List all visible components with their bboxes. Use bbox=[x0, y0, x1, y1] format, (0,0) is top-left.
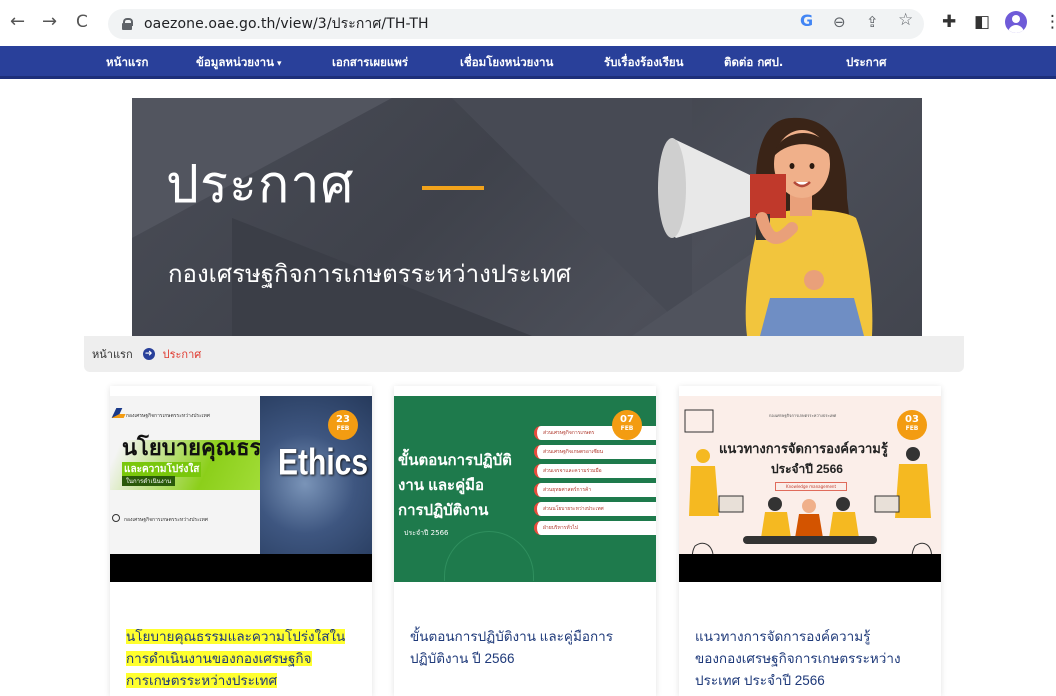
caption-line[interactable]: ขั้นตอนการปฏิบัติงาน และคู่มือการ bbox=[410, 629, 613, 644]
thumb-org-text: กองเศรษฐกิจการเกษตรระหว่างประเทศ bbox=[126, 413, 210, 419]
nav-links[interactable]: เชื่อมโยงหน่วยงาน bbox=[460, 54, 553, 72]
thumb-step: ฝ่ายบริหารทั่วไป bbox=[534, 521, 656, 535]
thumb-tag: ในการดำเนินงาน bbox=[122, 476, 176, 486]
url-text[interactable]: oaezone.oae.go.th/view/3/ประกาศ/TH-TH bbox=[144, 13, 429, 35]
thumb-ethics-word: Ethics bbox=[278, 441, 369, 483]
hero-banner: ประกาศ กองเศรษฐกิจการเกษตรระหว่างประเทศ bbox=[132, 98, 922, 336]
nav-agency-info-label[interactable]: ข้อมูลหน่วยงาน bbox=[196, 55, 274, 69]
announcement-card[interactable]: กองเศรษฐกิจการเกษตรระหว่างประเทศ นโยบายค… bbox=[110, 386, 372, 696]
nav-contact[interactable]: ติดต่อ กศป. bbox=[724, 54, 783, 72]
side-panel-icon[interactable]: ◧ bbox=[974, 13, 990, 31]
thumb-black-bar bbox=[110, 554, 372, 582]
thumb-step: ส่วนนโยบายระหว่างประเทศ bbox=[534, 502, 656, 516]
thumb-step: ส่วนยุทธศาสตร์การค้า bbox=[534, 483, 656, 497]
announcement-card[interactable]: ขั้นตอนการปฏิบัติ งาน และคู่มือ การปฏิบั… bbox=[394, 386, 656, 696]
date-badge: 23 FEB bbox=[328, 410, 358, 440]
thumb-title-line: การปฏิบัติงาน bbox=[398, 502, 489, 519]
woman-megaphone-illustration bbox=[658, 117, 873, 336]
org-seal-icon bbox=[112, 514, 120, 522]
date-month: FEB bbox=[905, 425, 919, 432]
profile-avatar[interactable] bbox=[1005, 11, 1027, 33]
card-thumbnail[interactable]: กองเศรษฐกิจการเกษตรระหว่างประเทศ แนวทางก… bbox=[679, 396, 941, 582]
thumb-title: ขั้นตอนการปฏิบัติ งาน และคู่มือ การปฏิบั… bbox=[398, 448, 528, 523]
nav-complaints[interactable]: รับเรื่องร้องเรียน bbox=[604, 54, 684, 72]
caption-line[interactable]: การดำเนินงานของกองเศรษฐกิจ bbox=[126, 651, 312, 666]
date-month: FEB bbox=[620, 425, 634, 432]
card-thumbnail[interactable]: กองเศรษฐกิจการเกษตรระหว่างประเทศ นโยบายค… bbox=[110, 396, 372, 582]
chevron-down-icon[interactable]: ▾ bbox=[277, 59, 282, 69]
caption-line[interactable]: ของกองเศรษฐกิจการเกษตรระหว่าง bbox=[695, 651, 901, 666]
thumb-black-bar bbox=[679, 554, 941, 582]
reload-icon[interactable]: C bbox=[76, 12, 88, 32]
caption-line[interactable]: ปฏิบัติงาน ปี 2566 bbox=[410, 651, 514, 666]
caption-line[interactable]: การเกษตรระหว่างประเทศ bbox=[126, 673, 278, 688]
arrow-circle-right-icon: ➜ bbox=[142, 348, 155, 360]
breadcrumb: หน้าแรก ➜ ประกาศ bbox=[84, 336, 964, 372]
date-day: 03 bbox=[905, 414, 919, 425]
thumb-book-shape bbox=[444, 531, 534, 581]
hero-subtitle: กองเศรษฐกิจการเกษตรระหว่างประเทศ bbox=[168, 261, 572, 288]
share-icon[interactable]: ⇪ bbox=[866, 14, 879, 30]
browser-toolbar: ← → C oaezone.oae.go.th/view/3/ประกาศ/TH… bbox=[0, 0, 1056, 46]
nav-publications[interactable]: เอกสารเผยแพร่ bbox=[332, 54, 408, 72]
nav-announcements[interactable]: ประกาศ bbox=[846, 54, 886, 72]
date-day: 07 bbox=[620, 414, 634, 425]
extensions-icon[interactable]: ✚ bbox=[942, 13, 956, 31]
nav-agency-info[interactable]: ข้อมูลหน่วยงาน ▾ bbox=[196, 54, 282, 72]
thumb-title-line: ขั้นตอนการปฏิบัติ bbox=[398, 452, 512, 469]
announcement-card[interactable]: กองเศรษฐกิจการเกษตรระหว่างประเทศ แนวทางก… bbox=[679, 386, 941, 696]
thumb-title-line: งาน และคู่มือ bbox=[398, 477, 485, 494]
breadcrumb-home[interactable]: หน้าแรก bbox=[92, 345, 133, 363]
thumb-step: ส่วนเจรจาและความร่วมมือ bbox=[534, 464, 656, 478]
nav-home[interactable]: หน้าแรก bbox=[106, 54, 148, 72]
site-nav: หน้าแรก ข้อมูลหน่วยงาน ▾ เอกสารเผยแพร่ เช… bbox=[0, 46, 1056, 79]
lock-icon[interactable] bbox=[122, 18, 133, 30]
card-title-link[interactable]: ขั้นตอนการปฏิบัติงาน และคู่มือการ ปฏิบัต… bbox=[410, 626, 642, 670]
date-badge: 03 FEB bbox=[897, 410, 927, 440]
caption-line[interactable]: แนวทางการจัดการองค์ความรู้ bbox=[695, 629, 870, 644]
card-thumbnail[interactable]: ขั้นตอนการปฏิบัติ งาน และคู่มือ การปฏิบั… bbox=[394, 396, 656, 582]
card-title-link[interactable]: นโยบายคุณธรรมและความโปร่งใสใน การดำเนินง… bbox=[126, 626, 358, 692]
browser-menu-icon[interactable]: ⋮ bbox=[1044, 13, 1056, 31]
zoom-icon[interactable]: ⊖ bbox=[833, 14, 846, 30]
date-badge: 07 FEB bbox=[612, 410, 642, 440]
back-arrow-icon[interactable]: ← bbox=[10, 12, 25, 32]
caption-line[interactable]: ประเทศ ประจำปี 2566 bbox=[695, 673, 825, 688]
date-day: 23 bbox=[336, 414, 350, 425]
hero-accent-line bbox=[422, 186, 484, 190]
thumb-step: ส่วนเศรษฐกิจเกษตรอาเซียน bbox=[534, 445, 656, 459]
card-title-link[interactable]: แนวทางการจัดการองค์ความรู้ ของกองเศรษฐกิ… bbox=[695, 626, 927, 692]
caption-line[interactable]: นโยบายคุณธรรมและความโปร่งใสใน bbox=[126, 629, 346, 644]
date-month: FEB bbox=[336, 425, 350, 432]
google-icon[interactable]: G bbox=[800, 13, 813, 29]
breadcrumb-current: ประกาศ bbox=[162, 348, 202, 361]
thumb-subheadline: และความโปร่งใส bbox=[122, 462, 202, 477]
forward-arrow-icon[interactable]: → bbox=[42, 12, 57, 32]
bookmark-star-icon[interactable]: ☆ bbox=[898, 12, 913, 29]
thumb-footer-text: กองเศรษฐกิจการเกษตรระหว่างประเทศ bbox=[124, 517, 208, 523]
hero-title: ประกาศ bbox=[166, 156, 355, 214]
thumb-year: ประจำปี 2566 bbox=[404, 529, 449, 537]
thumb-steps-list: ส่วนเศรษฐกิจการเกษตร ส่วนเศรษฐกิจเกษตรอา… bbox=[534, 426, 656, 540]
